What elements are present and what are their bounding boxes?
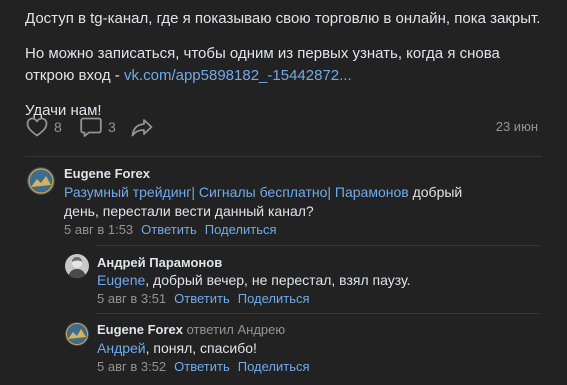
signup-link[interactable]: vk.com/app5898182_-15442872...: [124, 67, 352, 84]
avatar[interactable]: [65, 322, 89, 346]
reply-button[interactable]: Ответить: [141, 222, 197, 237]
post-actions: 8 3 23 июн: [26, 114, 538, 140]
comment-divider: [96, 245, 539, 246]
post-paragraph-1: Доступ в tg-канал, где я показываю свою …: [25, 10, 541, 27]
post-paragraph-2: Но можно записаться, чтобы одним из перв…: [25, 43, 545, 87]
comment-author[interactable]: Андрей Парамонов: [97, 255, 222, 270]
comment-divider: [96, 313, 539, 314]
share-comment-button[interactable]: Поделиться: [238, 291, 310, 306]
comment-body: , понял, спасибо!: [145, 340, 257, 356]
reply-to-label: ответил Андрею: [186, 322, 286, 337]
reply-button[interactable]: Ответить: [174, 359, 230, 374]
post-text: Доступ в tg-канал, где я показываю свою …: [25, 8, 545, 122]
comment-author[interactable]: Eugene Forex: [64, 166, 150, 181]
comment-meta: 5 авг в 3:52 Ответить Поделиться: [97, 359, 310, 374]
comment-time[interactable]: 5 авг в 3:52: [97, 359, 166, 374]
share-icon: [131, 117, 153, 137]
comment-time[interactable]: 5 авг в 1:53: [64, 222, 133, 237]
avatar[interactable]: [65, 254, 89, 278]
share-comment-button[interactable]: Поделиться: [238, 359, 310, 374]
mention-link[interactable]: Eugene: [97, 272, 145, 288]
mention-link[interactable]: Андрей: [97, 340, 146, 356]
comment-meta: 5 авг в 3:51 Ответить Поделиться: [97, 291, 310, 306]
comment-body: , добрый вечер, не перестал, взял паузу.: [145, 272, 411, 288]
share-comment-button[interactable]: Поделиться: [205, 222, 277, 237]
comment-count: 3: [108, 119, 116, 135]
post-divider: [25, 156, 542, 157]
like-button[interactable]: 8: [26, 114, 62, 140]
comment-button[interactable]: 3: [80, 114, 116, 140]
comment-text: Разумный трейдинг| Сигналы бесплатно| Па…: [64, 183, 494, 221]
post-date: 23 июн: [495, 119, 538, 134]
comment-icon: [80, 116, 102, 138]
author-name: Андрей Парамонов: [97, 255, 223, 270]
comment-text: Андрей, понял, спасибо!: [97, 339, 537, 358]
comment-text: Eugene, добрый вечер, не перестал, взял …: [97, 271, 537, 290]
comment-time[interactable]: 5 авг в 3:51: [97, 291, 166, 306]
comment-author[interactable]: Eugene Forex ответил Андрею: [97, 322, 285, 337]
heart-icon: [26, 117, 48, 137]
reply-button[interactable]: Ответить: [174, 291, 230, 306]
mention-link[interactable]: Разумный трейдинг| Сигналы бесплатно| Па…: [64, 184, 409, 200]
author-name: Eugene Forex: [97, 322, 183, 337]
share-button[interactable]: [131, 114, 153, 140]
comment-meta: 5 авг в 1:53 Ответить Поделиться: [64, 222, 277, 237]
like-count: 8: [54, 119, 62, 135]
avatar[interactable]: [27, 167, 55, 195]
author-name: Eugene Forex: [64, 166, 150, 181]
